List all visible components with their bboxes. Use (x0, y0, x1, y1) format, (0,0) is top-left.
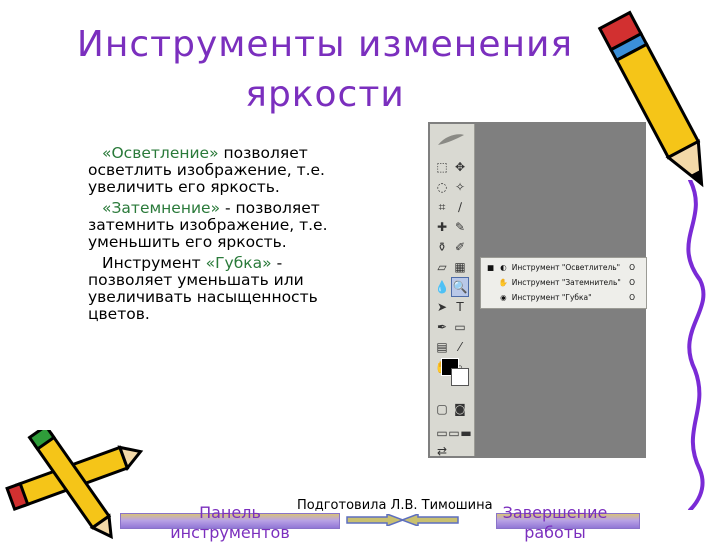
flyout-item-label: Инструмент "Осветлитель" (511, 263, 621, 272)
clone-stamp-tool-icon[interactable]: ⚱ (434, 238, 450, 256)
selected-marker-icon: ■ (487, 263, 495, 272)
dodge-icon: ◐ (500, 263, 507, 272)
nav-link-toolbox[interactable]: Панель инструментов (140, 503, 320, 543)
notes-tool-icon[interactable]: ▤ (434, 338, 450, 356)
slice-tool-icon[interactable]: ∕ (452, 198, 468, 216)
background-color-swatch[interactable] (451, 368, 469, 386)
decorative-scribble (686, 180, 706, 510)
dodge-flyout-menu: ■ ◐ Инструмент "Осветлитель" O ✋ Инструм… (480, 257, 647, 309)
term-burn: «Затемнение» (102, 199, 221, 217)
path-selection-tool-icon[interactable]: ➤ (434, 298, 450, 316)
term-sponge: «Губка» (205, 254, 272, 272)
nav-link-finish[interactable]: Завершение работы (490, 503, 620, 543)
eyedropper-tool-icon[interactable]: ⁄ (452, 338, 468, 356)
history-brush-tool-icon[interactable]: ✐ (452, 238, 468, 256)
brush-tool-icon[interactable]: ✎ (452, 218, 468, 236)
flyout-item-dodge[interactable]: ■ ◐ Инструмент "Осветлитель" O (487, 261, 637, 275)
slide-title: Инструменты изменения яркости (76, 24, 574, 115)
crop-tool-icon[interactable]: ⌗ (434, 198, 450, 216)
blur-tool-icon[interactable]: 💧 (434, 278, 450, 296)
author-credit: Подготовила Л.В. Тимошина (297, 498, 493, 513)
marquee-tool-icon[interactable]: ⬚ (434, 158, 450, 176)
type-tool-icon[interactable]: T (452, 298, 468, 316)
flyout-item-sponge[interactable]: ◉ Инструмент "Губка" O (487, 291, 637, 305)
arrow-right-icon[interactable] (345, 514, 405, 526)
magic-wand-tool-icon[interactable]: ✧ (452, 178, 468, 196)
dodge-tool-icon[interactable]: 🔍 (451, 277, 469, 297)
shortcut-key: O (629, 278, 635, 287)
pen-tool-icon[interactable]: ✒ (434, 318, 450, 336)
term-dodge: «Осветление» (102, 144, 219, 162)
paragraph-dodge: «Осветление» позволяет осветлить изображ… (88, 145, 348, 196)
burn-icon: ✋ (498, 278, 509, 287)
paragraph-sponge: Инструмент «Губка» - позволяет уменьшать… (88, 255, 348, 323)
healing-brush-tool-icon[interactable]: ✚ (434, 218, 450, 236)
sponge-icon: ◉ (500, 293, 507, 302)
arrow-left-icon[interactable] (400, 514, 460, 526)
standard-mode-icon[interactable]: ▢ (434, 400, 450, 418)
toolbox-panel: ⬚ ✥ ◌ ✧ ⌗ ∕ ✚ ✎ ⚱ ✐ ▱ ▦ 💧 🔍 ➤ T ✒ ▭ ▤ ⁄ … (430, 124, 475, 458)
flyout-item-label: Инструмент "Затемнитель" (511, 278, 621, 287)
paragraph-sponge-lead: Инструмент (102, 254, 206, 272)
rectangle-tool-icon[interactable]: ▭ (452, 318, 468, 336)
jump-to-imageready-icon[interactable]: ⇄ (434, 442, 450, 460)
move-tool-icon[interactable]: ✥ (452, 158, 468, 176)
flyout-item-burn[interactable]: ✋ Инструмент "Затемнитель" O (487, 276, 637, 290)
quick-mask-mode-icon[interactable]: ◙ (452, 400, 468, 418)
paragraph-burn: «Затемнение» - позволяет затемнить изобр… (88, 200, 348, 251)
lasso-tool-icon[interactable]: ◌ (434, 178, 450, 196)
flyout-item-label: Инструмент "Губка" (511, 293, 592, 302)
screen-mode-full-icon[interactable]: ▬ (458, 424, 474, 442)
slide-body: «Осветление» позволяет осветлить изображ… (88, 145, 348, 327)
shortcut-key: O (629, 293, 635, 302)
feather-icon (436, 132, 466, 146)
shortcut-key: O (629, 263, 635, 272)
